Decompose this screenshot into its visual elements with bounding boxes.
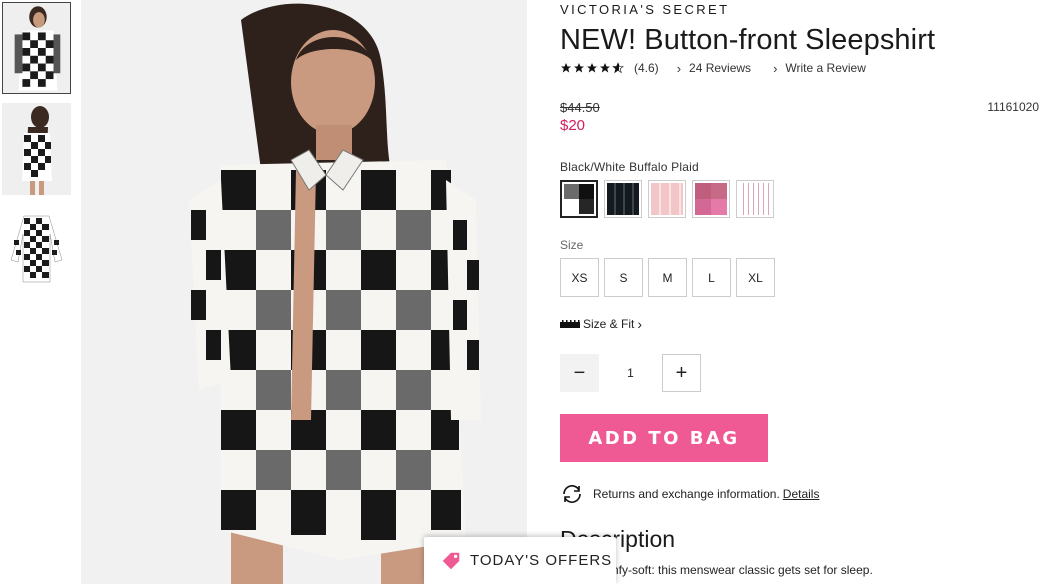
product-sku: 11161020 <box>987 100 1039 114</box>
size-m-button[interactable]: M <box>648 258 687 297</box>
thumbnail-1[interactable] <box>2 2 71 94</box>
chevron-right-icon: › <box>676 60 682 76</box>
chevron-right-icon: › <box>637 316 643 332</box>
quantity-stepper: − 1 + <box>560 354 701 392</box>
swatch-black-stripe[interactable] <box>604 180 642 218</box>
size-s-button[interactable]: S <box>604 258 643 297</box>
thumbnail-2-image <box>2 103 71 195</box>
swatch-black-white-buffalo-plaid[interactable] <box>560 180 598 218</box>
product-info-panel: VICTORIA'S SECRET NEW! Button-front Slee… <box>560 0 1039 584</box>
size-label: Size <box>560 238 584 252</box>
sale-price: $20 <box>560 117 586 134</box>
ruler-icon <box>560 320 580 328</box>
write-review-link[interactable]: Write a Review <box>785 61 865 75</box>
quantity-increase-button[interactable]: + <box>662 354 701 392</box>
product-title: NEW! Button-front Sleepshirt <box>560 24 936 56</box>
rating-row: (4.6) › 24 Reviews › Write a Review <box>560 60 866 76</box>
size-l-button[interactable]: L <box>692 258 731 297</box>
product-main-image[interactable] <box>81 0 527 584</box>
quantity-decrease-button[interactable]: − <box>560 354 599 392</box>
chevron-right-icon: › <box>773 60 778 76</box>
size-fit-link[interactable]: Size & Fit › <box>560 316 642 332</box>
size-xs-button[interactable]: XS <box>560 258 599 297</box>
returns-text: Returns and exchange information. <box>593 487 780 501</box>
thumbnail-3[interactable] <box>2 204 71 296</box>
original-price: $44.50 <box>560 100 600 115</box>
returns-info: Returns and exchange information. Detail… <box>560 484 819 504</box>
star-icon <box>587 63 597 73</box>
todays-offers-tab[interactable]: TODAY'S OFFERS <box>424 537 616 584</box>
thumbnail-1-image <box>3 3 70 93</box>
swatch-pink-plaid[interactable] <box>692 180 730 218</box>
returns-details-link[interactable]: Details <box>783 487 820 501</box>
returns-exchange-icon <box>563 485 581 503</box>
swatch-white-pink-stripe[interactable] <box>736 180 774 218</box>
half-star-icon <box>612 62 624 74</box>
brand-name[interactable]: VICTORIA'S SECRET <box>560 2 729 17</box>
star-icon <box>574 63 584 73</box>
selected-color-label: Black/White Buffalo Plaid <box>560 160 699 174</box>
rating-value: (4.6) <box>634 61 659 75</box>
todays-offers-label: TODAY'S OFFERS <box>470 552 613 569</box>
thumbnail-2[interactable] <box>2 103 71 195</box>
size-fit-label: Size & Fit <box>583 317 635 331</box>
size-xl-button[interactable]: XL <box>736 258 775 297</box>
star-rating[interactable] <box>560 62 624 74</box>
color-swatches <box>560 180 780 218</box>
reviews-link[interactable]: 24 Reviews <box>689 61 751 75</box>
tag-icon <box>442 552 460 569</box>
size-options: XS S M L XL <box>560 258 780 297</box>
quantity-value[interactable]: 1 <box>599 366 662 380</box>
star-icon <box>561 63 571 73</box>
add-to-bag-button[interactable]: ADD TO BAG <box>560 414 768 462</box>
model-photo <box>81 0 527 584</box>
thumbnail-3-image <box>2 204 71 296</box>
star-icon <box>600 63 610 73</box>
swatch-pink-stripe[interactable] <box>648 180 686 218</box>
